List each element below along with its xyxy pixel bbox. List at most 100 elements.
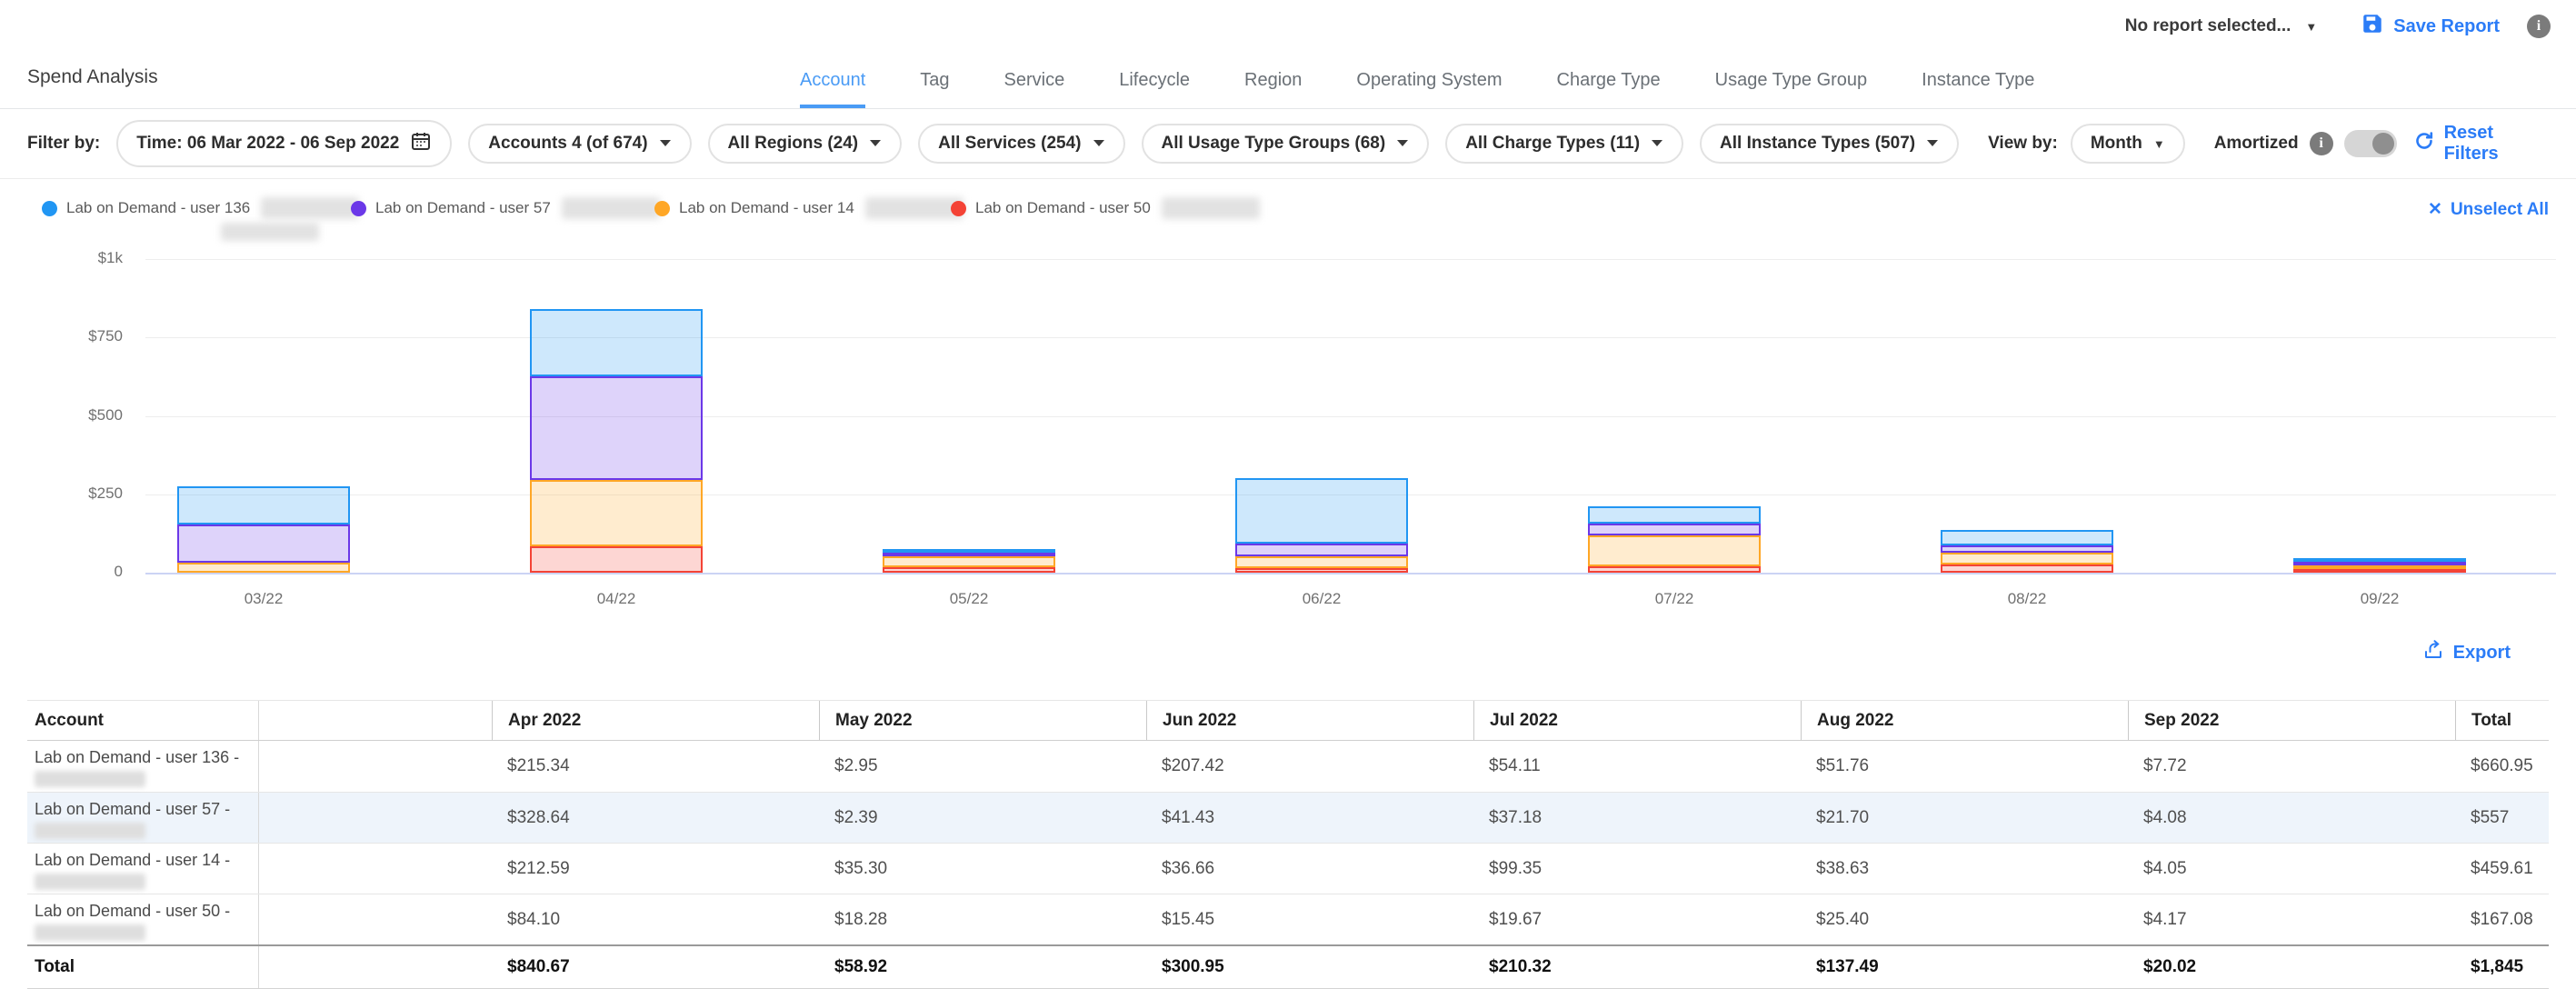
bar-segment-lab-on-demand-user-14: [1235, 556, 1408, 568]
x-axis-tick: 05/22: [950, 590, 989, 608]
pill-label: Accounts 4 (of 674): [488, 134, 647, 154]
filter-pill-all-regions-24[interactable]: All Regions (24): [708, 124, 903, 164]
unselect-all-button[interactable]: ✕ Unselect All: [2428, 199, 2549, 220]
refresh-icon: [2413, 130, 2435, 157]
value-cell: $167.08: [2455, 894, 2549, 944]
value-cell: $84.10: [492, 894, 819, 944]
bar-segment-lab-on-demand-user-57: [1588, 524, 1761, 535]
spend-table: AccountApr 2022May 2022Jun 2022Jul 2022A…: [27, 700, 2549, 989]
x-axis-tick: 06/22: [1303, 590, 1342, 608]
legend-item-lab-on-demand-user-136[interactable]: Lab on Demand - user 136: [42, 197, 359, 219]
tab-tag[interactable]: Tag: [920, 70, 949, 108]
tab-operating-system[interactable]: Operating System: [1356, 70, 1502, 108]
value-cell: $212.59: [492, 844, 819, 894]
table-row[interactable]: Lab on Demand - user 14 - $212.59$35.30 $3…: [27, 843, 2549, 894]
tabs: Account Tag Service Lifecycle Region Operatin…: [800, 70, 2034, 108]
account-cell: Lab on Demand - user 50 -: [27, 894, 259, 944]
legend-item-lab-on-demand-user-14[interactable]: Lab on Demand - user 14: [654, 197, 964, 219]
view-by-group: View by: Month ▼: [1988, 124, 2185, 164]
legend-dot: [351, 201, 366, 216]
tab-usage-type-group[interactable]: Usage Type Group: [1715, 70, 1868, 108]
report-selector-value: No report selected...: [2125, 16, 2291, 36]
export-button[interactable]: Export: [2422, 639, 2511, 666]
column-header-sep-2022: Sep 2022: [2128, 701, 2455, 740]
value-cell: $7.72: [2128, 741, 2455, 792]
stacked-bar-07-22[interactable]: [1588, 506, 1761, 573]
tab-charge-type[interactable]: Charge Type: [1557, 70, 1661, 108]
filter-pill-all-charge-types-11[interactable]: All Charge Types (11): [1445, 124, 1683, 164]
unselect-all-label: Unselect All: [2451, 200, 2549, 220]
view-by-dropdown[interactable]: Month ▼: [2071, 124, 2185, 164]
chevron-down-icon: [1396, 138, 1409, 150]
stacked-bar-03-22[interactable]: [177, 486, 350, 573]
legend-item-lab-on-demand-user-50[interactable]: Lab on Demand - user 50: [951, 197, 1260, 219]
save-report-button[interactable]: Save Report: [2361, 12, 2500, 41]
stacked-bar-05-22[interactable]: [883, 549, 1055, 573]
bar-segment-lab-on-demand-user-136: [1235, 478, 1408, 544]
legend-dot: [654, 201, 670, 216]
table-header-row: AccountApr 2022May 2022Jun 2022Jul 2022A…: [27, 701, 2549, 741]
info-icon[interactable]: i: [2310, 132, 2333, 155]
report-selector-dropdown[interactable]: No report selected... ▼: [2125, 16, 2318, 36]
bar-segment-lab-on-demand-user-50: [1941, 564, 2113, 573]
spacer-cell: [259, 894, 492, 944]
tab-region[interactable]: Region: [1244, 70, 1302, 108]
tab-service[interactable]: Service: [1004, 70, 1065, 108]
redacted-text: [35, 874, 145, 890]
total-value-cell: $137.49: [1801, 946, 2128, 988]
pill-label: All Usage Type Groups (68): [1162, 134, 1386, 154]
stacked-bar-08-22[interactable]: [1941, 530, 2113, 573]
bar-segment-lab-on-demand-user-57: [177, 524, 350, 563]
legend-label: Lab on Demand - user 14: [679, 199, 854, 217]
chevron-down-icon: ▼: [2153, 138, 2165, 150]
value-cell: $38.63: [1801, 844, 2128, 894]
stacked-bar-09-22[interactable]: [2293, 558, 2466, 573]
value-cell: $4.08: [2128, 793, 2455, 843]
legend-item-lab-on-demand-user-57[interactable]: Lab on Demand - user 57: [351, 197, 660, 219]
info-icon[interactable]: i: [2527, 15, 2551, 38]
spend-chart: $1k$750$500$250003/2204/2205/2206/2207/2…: [0, 252, 2576, 626]
bar-segment-lab-on-demand-user-14: [1941, 553, 2113, 564]
amortized-toggle[interactable]: [2344, 130, 2397, 157]
total-value-cell: $840.67: [492, 946, 819, 988]
reset-filters-label: Reset Filters: [2444, 123, 2549, 165]
x-axis-tick: 09/22: [2361, 590, 2400, 608]
bar-segment-lab-on-demand-user-14: [530, 480, 703, 546]
calendar-icon: [410, 130, 432, 157]
table-row[interactable]: Lab on Demand - user 136 -$215.34$2.95$2…: [27, 741, 2549, 792]
time-range-pill[interactable]: Time: 06 Mar 2022 - 06 Sep 2022: [116, 120, 452, 167]
account-name: Lab on Demand - user 57 -: [35, 799, 249, 819]
tab-lifecycle[interactable]: Lifecycle: [1119, 70, 1190, 108]
filter-pills: Accounts 4 (of 674) All Regions (24) All S…: [468, 124, 1959, 164]
x-axis-line: [145, 573, 2556, 574]
table-row[interactable]: Lab on Demand - user 50 -$84.10$18.28$15…: [27, 894, 2549, 944]
table-row[interactable]: Lab on Demand - user 57 -$328.64$2.39$41…: [27, 792, 2549, 843]
pill-label: All Regions (24): [728, 134, 859, 154]
bar-segment-lab-on-demand-user-57: [1235, 544, 1408, 556]
redacted-text: [35, 823, 145, 839]
export-icon: [2422, 639, 2444, 666]
value-cell: $35.30: [819, 844, 1146, 894]
filter-pill-all-instance-types-507[interactable]: All Instance Types (507): [1700, 124, 1959, 164]
total-value-cell: $1,845: [2455, 946, 2549, 988]
legend-label: Lab on Demand - user 136: [66, 199, 250, 217]
filter-pill-all-usage-type-groups-68[interactable]: All Usage Type Groups (68): [1142, 124, 1430, 164]
stacked-bar-06-22[interactable]: [1235, 478, 1408, 573]
stacked-bar-04-22[interactable]: [530, 309, 703, 573]
filter-pill-accounts-4-of-674[interactable]: Accounts 4 (of 674): [468, 124, 691, 164]
tab-instance-type[interactable]: Instance Type: [1922, 70, 2034, 108]
value-cell: $4.05: [2128, 844, 2455, 894]
save-report-label: Save Report: [2393, 16, 2500, 37]
value-cell: $459.61: [2455, 844, 2549, 894]
value-cell: $25.40: [1801, 894, 2128, 944]
bar-segment-lab-on-demand-user-57: [530, 376, 703, 479]
value-cell: $660.95: [2455, 741, 2549, 792]
view-by-label: View by:: [1988, 134, 2058, 154]
reset-filters-button[interactable]: Reset Filters: [2413, 123, 2549, 165]
account-cell: Lab on Demand - user 14 -: [27, 844, 259, 894]
filter-pill-all-services-254[interactable]: All Services (254): [918, 124, 1124, 164]
pill-label: All Services (254): [938, 134, 1081, 154]
column-header-jun-2022: Jun 2022: [1146, 701, 1473, 740]
tab-account[interactable]: Account: [800, 70, 865, 108]
column-header-aug-2022: Aug 2022: [1801, 701, 2128, 740]
